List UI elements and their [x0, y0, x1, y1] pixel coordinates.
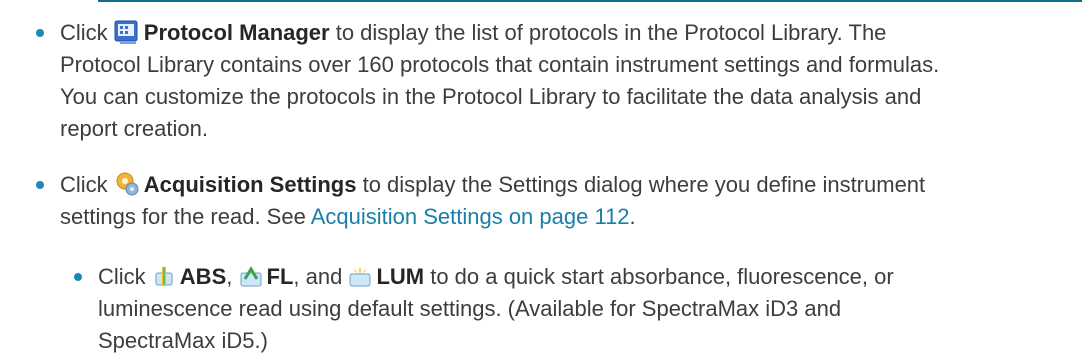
bullet-dot	[36, 29, 44, 37]
fl-label: FL	[266, 264, 294, 289]
text-segment: to display the Settings dialog where you…	[356, 172, 926, 197]
fl-read-icon[interactable]	[239, 265, 263, 289]
text-segment: , and	[293, 264, 343, 289]
text-line: You can customize the protocols in the P…	[60, 84, 922, 109]
bullet-dot	[74, 273, 82, 281]
sub-list-item-quick-reads: Click ABS, FL, and LUM to do a quick sta…	[0, 248, 1082, 362]
list-item-acquisition-settings: Click Acquisition Settings to display th…	[0, 160, 1082, 240]
text-segment: settings for the read. See	[60, 204, 311, 229]
abs-label: ABS	[179, 264, 227, 289]
text-line: Click ABS, FL, and LUM to do a quick sta…	[98, 261, 894, 293]
text-line: Click Protocol Manager to display the li…	[60, 17, 886, 49]
text-line: Protocol Library contains over 160 proto…	[60, 52, 940, 77]
text-line: settings for the read. See Acquisition S…	[60, 201, 636, 233]
abs-read-icon[interactable]	[152, 265, 176, 289]
acquisition-settings-icon[interactable]	[114, 171, 140, 197]
text-line: Click Acquisition Settings to display th…	[60, 169, 925, 201]
acquisition-settings-link[interactable]: Acquisition Settings on page 112	[311, 204, 630, 229]
protocol-manager-label: Protocol Manager	[143, 20, 330, 45]
lum-label: LUM	[376, 264, 425, 289]
click-word: Click	[60, 172, 108, 197]
lum-read-icon[interactable]	[348, 265, 372, 289]
text-line: report creation.	[60, 116, 208, 141]
acquisition-settings-label: Acquisition Settings	[143, 172, 357, 197]
click-word: Click	[60, 20, 108, 45]
text-segment: to display the list of protocols in the …	[329, 20, 887, 45]
click-word: Click	[98, 264, 146, 289]
list-item-protocol-manager: Click Protocol Manager to display the li…	[0, 0, 1082, 170]
text-segment: ,	[226, 264, 233, 289]
text-segment: to do a quick start absorbance, fluoresc…	[424, 264, 894, 289]
bullet-dot	[36, 181, 44, 189]
text-line: luminescence read using default settings…	[98, 296, 842, 321]
text-line: SpectraMax iD5.)	[98, 328, 268, 353]
text-segment: .	[629, 204, 636, 229]
protocol-manager-icon[interactable]	[114, 19, 140, 45]
